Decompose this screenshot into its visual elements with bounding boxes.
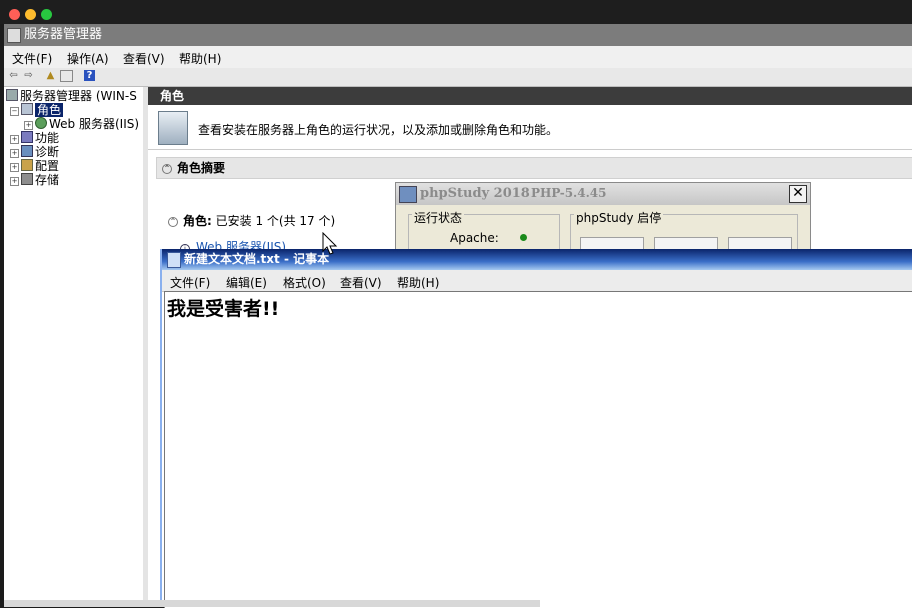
status-group-label: 运行状态 xyxy=(412,209,465,226)
notepad-title: 新建文本文档.txt - 记事本 xyxy=(184,252,330,266)
server-manager-menubar: 文件(F) 操作(A) 查看(V) 帮助(H) xyxy=(4,46,912,69)
navigation-tree: 服务器管理器 (WIN-S − 角色 + Web 服务器(IIS) + 功能 + 诊断 … xyxy=(4,87,144,607)
storage-icon xyxy=(21,173,33,185)
tree-item-label: 存储 xyxy=(35,173,60,187)
roles-summary-header[interactable]: ⌃ 角色摘要 xyxy=(156,157,912,179)
features-icon xyxy=(21,131,33,143)
roles-icon xyxy=(21,103,33,115)
phpstudy-titlebar: phpStudy 2018 PHP-5.4.45 xyxy=(396,183,810,205)
tree-item-label: Web 服务器(IIS) xyxy=(49,117,140,131)
server-manager-titlebar: 服务器管理器 xyxy=(4,24,912,46)
notepad-menu-format[interactable]: 格式(O) xyxy=(283,274,326,291)
tree-item-label: 配置 xyxy=(35,159,60,173)
start-stop-group-label: phpStudy 启停 xyxy=(574,209,664,226)
help-icon[interactable]: ? xyxy=(84,70,95,81)
roles-header-title: 角色 xyxy=(160,89,185,103)
window-chrome-bar xyxy=(0,0,912,24)
globe-icon xyxy=(35,117,47,129)
diagnostics-icon xyxy=(21,145,33,157)
expand-icon[interactable]: + xyxy=(10,149,19,158)
expand-icon[interactable]: + xyxy=(10,177,19,186)
close-traffic-light-icon[interactable] xyxy=(9,9,20,20)
apache-status-label: Apache: xyxy=(450,231,499,245)
roles-count-label: 角色: xyxy=(183,214,212,228)
menu-view[interactable]: 查看(V) xyxy=(123,50,165,67)
server-icon xyxy=(6,89,18,101)
tree-item-server-manager[interactable]: 服务器管理器 (WIN-S xyxy=(6,89,137,103)
expand-icon[interactable]: + xyxy=(10,163,19,172)
roles-description: 查看安装在服务器上角色的运行状况，以及添加或删除角色和功能。 xyxy=(198,123,559,137)
collapse-circle-icon[interactable]: ⌃ xyxy=(162,164,172,174)
maximize-traffic-light-icon[interactable] xyxy=(41,9,52,20)
menu-help[interactable]: 帮助(H) xyxy=(179,50,221,67)
horizontal-scrollbar[interactable] xyxy=(4,600,540,607)
roles-count-line: ⌃ 角色: 已安装 1 个(共 17 个) xyxy=(168,212,335,229)
notepad-icon xyxy=(167,252,181,268)
phpstudy-window: phpStudy 2018 PHP-5.4.45 ✕ 运行状态 Apache: … xyxy=(395,182,811,256)
notepad-menu-view[interactable]: 查看(V) xyxy=(340,274,382,291)
show-hide-tree-icon[interactable] xyxy=(60,70,73,82)
menu-action[interactable]: 操作(A) xyxy=(67,50,109,67)
notepad-text-area[interactable]: 我是受害者!! xyxy=(164,291,912,608)
tree-item-label: 服务器管理器 (WIN-S xyxy=(20,89,137,103)
server-manager-icon xyxy=(7,28,21,43)
notepad-menubar: 文件(F) 编辑(E) 格式(O) 查看(V) 帮助(H) xyxy=(162,270,912,292)
apache-running-dot-icon xyxy=(520,234,527,241)
expand-icon[interactable]: + xyxy=(24,121,33,130)
config-icon xyxy=(21,159,33,171)
phpstudy-title: phpStudy 2018 xyxy=(420,186,530,201)
notepad-menu-edit[interactable]: 编辑(E) xyxy=(226,274,267,291)
notepad-titlebar: 新建文本文档.txt - 记事本 xyxy=(162,249,912,270)
phpstudy-close-button[interactable]: ✕ xyxy=(789,185,807,203)
tree-item-storage[interactable]: + 存储 xyxy=(10,173,59,187)
server-roles-icon xyxy=(158,111,188,145)
tree-item-web-iis[interactable]: + Web 服务器(IIS) xyxy=(24,117,139,131)
tree-item-label: 诊断 xyxy=(35,145,60,159)
tree-item-features[interactable]: + 功能 xyxy=(10,131,59,145)
back-arrow-icon[interactable]: ⇦ xyxy=(7,70,20,82)
roles-count-value: 已安装 1 个(共 17 个) xyxy=(215,214,336,228)
notepad-content: 我是受害者!! xyxy=(167,298,280,320)
roles-summary-title: 角色摘要 xyxy=(177,161,226,175)
tree-item-roles[interactable]: − 角色 xyxy=(10,103,64,117)
tree-item-label: 角色 xyxy=(35,103,64,117)
menu-file[interactable]: 文件(F) xyxy=(12,50,52,67)
collapse-icon[interactable]: − xyxy=(10,107,19,116)
tree-item-label: 功能 xyxy=(35,131,60,145)
minimize-traffic-light-icon[interactable] xyxy=(25,9,36,20)
tree-item-diagnostics[interactable]: + 诊断 xyxy=(10,145,59,159)
phpstudy-app-icon xyxy=(399,186,417,203)
phpstudy-version: PHP-5.4.45 xyxy=(531,186,607,200)
roles-description-area: 查看安装在服务器上角色的运行状况，以及添加或删除角色和功能。 xyxy=(148,105,912,150)
mouse-cursor-icon xyxy=(322,232,338,255)
notepad-menu-file[interactable]: 文件(F) xyxy=(170,274,210,291)
forward-arrow-icon[interactable]: ⇨ xyxy=(22,70,35,82)
roles-header: 角色 xyxy=(148,87,912,105)
expand-icon[interactable]: + xyxy=(10,135,19,144)
notepad-menu-help[interactable]: 帮助(H) xyxy=(397,274,439,291)
server-manager-toolbar: ⇦ ⇨ ▲ ? xyxy=(4,68,912,87)
tree-item-config[interactable]: + 配置 xyxy=(10,159,59,173)
collapse-circle-icon[interactable]: ⌃ xyxy=(168,217,178,227)
server-manager-title: 服务器管理器 xyxy=(24,27,103,42)
notepad-window: 新建文本文档.txt - 记事本 文件(F) 编辑(E) 格式(O) 查看(V)… xyxy=(160,249,912,608)
up-folder-icon[interactable]: ▲ xyxy=(44,70,57,82)
